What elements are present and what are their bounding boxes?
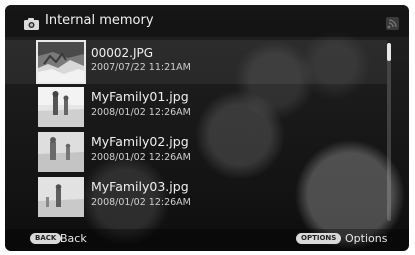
file-name: MyFamily01.jpg [91,89,189,104]
file-date: 2007/07/22 11:21AM [91,62,191,73]
file-name: MyFamily02.jpg [91,134,189,149]
options-label[interactable]: Options [345,232,387,245]
thumbnail-image [38,177,84,217]
photo-browser-screen: Internal memory 00002.JPG 2007/07/22 11:… [5,5,409,251]
options-key-badge[interactable]: OPTIONS [296,233,342,244]
list-item[interactable]: MyFamily01.jpg 2008/01/02 12:26AM [5,85,387,129]
camera-icon [24,15,39,34]
footer-bar: BACK Back OPTIONS Options [5,229,409,251]
thumbnail-image [36,40,86,84]
list-item[interactable]: MyFamily03.jpg 2008/01/02 12:26AM [5,175,387,219]
header-bar: Internal memory [5,5,409,37]
file-date: 2008/01/02 12:26AM [91,152,191,163]
scrollbar[interactable] [387,43,391,221]
file-name: MyFamily03.jpg [91,179,189,194]
scrollbar-thumb[interactable] [387,43,391,61]
file-date: 2008/01/02 12:26AM [91,107,191,118]
back-key-badge[interactable]: BACK [30,233,62,244]
thumbnail-image [38,132,84,172]
thumbnail-image [38,87,84,127]
back-label[interactable]: Back [60,232,87,245]
list-item[interactable]: 00002.JPG 2007/07/22 11:21AM [5,40,387,84]
file-name: 00002.JPG [91,46,154,60]
list-item[interactable]: MyFamily02.jpg 2008/01/02 12:26AM [5,130,387,174]
page-title: Internal memory [45,13,154,28]
file-date: 2008/01/02 12:26AM [91,197,191,208]
signal-icon [386,15,399,34]
